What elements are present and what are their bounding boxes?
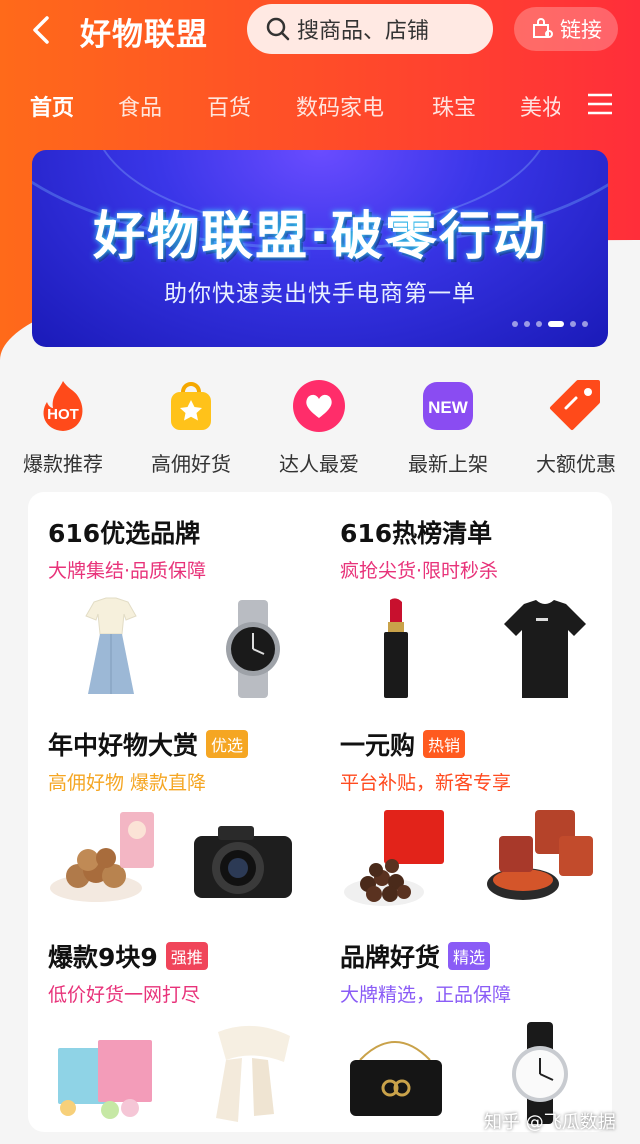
category-nav: 首页 食品 百货 数码家电 珠宝 美妆 [0,80,640,130]
page-title: 好物联盟 [80,17,208,53]
section-subtitle: 大牌集结·品质保障 [48,560,207,582]
top-bar: 好物联盟 搜商品、店铺 链接 [0,0,640,60]
section-tag: 强推 [165,942,208,970]
search-icon [266,17,290,41]
new-badge-icon: NEW [423,382,473,430]
section-brand-goods[interactable]: 品牌好货 精选 大牌精选，正品保障 [340,938,620,1124]
carousel-dot[interactable] [582,321,588,327]
back-icon[interactable] [22,10,62,50]
quick-link-new[interactable]: NEW 最新上架 [388,372,508,477]
heart-icon [293,380,345,432]
hot-flame-icon: HOT [43,381,83,431]
tab-food[interactable]: 食品 [118,90,162,122]
carousel-dot[interactable] [536,321,542,327]
section-title: 一元购 [340,731,416,760]
quick-link-label: 达人最爱 [279,452,359,476]
link-bag-icon [533,18,553,38]
pecans-product-image[interactable] [48,806,158,916]
quick-link-discount[interactable]: 大额优惠 [516,372,636,477]
section-tag: 热销 [423,730,466,758]
carousel-dot[interactable] [570,321,576,327]
handbag-product-image[interactable] [340,1018,450,1128]
macaron-product-image[interactable] [48,1018,158,1128]
dress-product-image[interactable] [56,594,166,704]
section-tag: 优选 [206,730,249,758]
star-bag-icon [171,382,211,430]
quick-link-commission[interactable]: 高佣好货 [131,372,251,477]
section-subtitle: 疯抢尖货·限时秒杀 [340,560,499,582]
watermark: 知乎 @飞瓜数据 [484,1112,616,1133]
section-one-yuan[interactable]: 一元购 热销 平台补贴，新客专享 [340,726,620,906]
quick-link-favorite[interactable]: 达人最爱 [259,372,379,477]
quick-link-hot[interactable]: HOT 爆款推荐 [3,372,123,477]
camera-product-image[interactable] [188,806,298,916]
quick-links: HOT 爆款推荐 高佣好货 达人最爱 NEW 最新上架 大额优惠 [0,372,640,476]
section-title: 616热榜清单 [340,519,493,548]
tab-general[interactable]: 百货 [207,90,251,122]
promo-banner[interactable]: 好物联盟·破零行动 助你快速卖出快手电商第一单 [32,150,608,347]
carousel-dot-active[interactable] [548,321,564,327]
tab-home[interactable]: 首页 [30,90,74,122]
carousel-dot[interactable] [524,321,530,327]
carousel-dots [512,321,588,327]
tshirt-product-image[interactable] [490,594,600,704]
section-subtitle: 大牌精选，正品保障 [340,984,512,1006]
scarf-product-image[interactable] [198,1018,308,1128]
noodles-product-image[interactable] [485,806,595,916]
section-tag: 精选 [448,942,491,970]
feature-card: 616优选品牌 大牌集结·品质保障 616热榜清单 疯抢尖货·限时秒杀 年中好物… [28,492,612,1132]
section-midyear-awards[interactable]: 年中好物大赏 优选 高佣好物 爆款直降 [48,726,328,902]
section-title: 爆款9块9 [48,943,158,972]
tab-jewelry[interactable]: 珠宝 [432,90,476,122]
section-subtitle: 高佣好物 爆款直降 [48,772,207,794]
section-title: 年中好物大赏 [48,731,199,760]
search-input[interactable]: 搜商品、店铺 [247,4,493,54]
watch-product-image[interactable] [198,594,308,704]
banner-title: 好物联盟·破零行动 [93,207,547,267]
link-button[interactable]: 链接 [514,7,618,51]
quick-link-label: 大额优惠 [536,452,616,476]
section-subtitle: 低价好货一网打尽 [48,984,201,1006]
price-tag-icon [550,380,600,430]
section-title: 616优选品牌 [48,519,201,548]
section-brand-picks[interactable]: 616优选品牌 大牌集结·品质保障 [48,514,328,698]
tab-beauty[interactable]: 美妆 [520,90,560,122]
svg-text:HOT: HOT [47,406,79,423]
tab-digital[interactable]: 数码家电 [296,90,384,122]
svg-text:NEW: NEW [428,398,469,417]
section-subtitle: 平台补贴，新客专享 [340,772,512,794]
quick-link-label: 爆款推荐 [23,452,103,476]
section-nine-ninety-nine[interactable]: 爆款9块9 强推 低价好货一网打尽 [48,938,328,1122]
section-hot-list[interactable]: 616热榜清单 疯抢尖货·限时秒杀 [340,514,620,698]
menu-icon[interactable] [586,90,614,118]
search-placeholder: 搜商品、店铺 [297,19,430,44]
quick-link-label: 高佣好货 [151,452,231,476]
link-label: 链接 [560,18,602,42]
carousel-dot[interactable] [512,321,518,327]
section-title: 品牌好货 [340,943,441,972]
chocolate-product-image[interactable] [340,806,450,916]
banner-subtitle: 助你快速卖出快手电商第一单 [164,281,476,307]
lipstick-product-image[interactable] [340,594,450,704]
quick-link-label: 最新上架 [408,452,488,476]
